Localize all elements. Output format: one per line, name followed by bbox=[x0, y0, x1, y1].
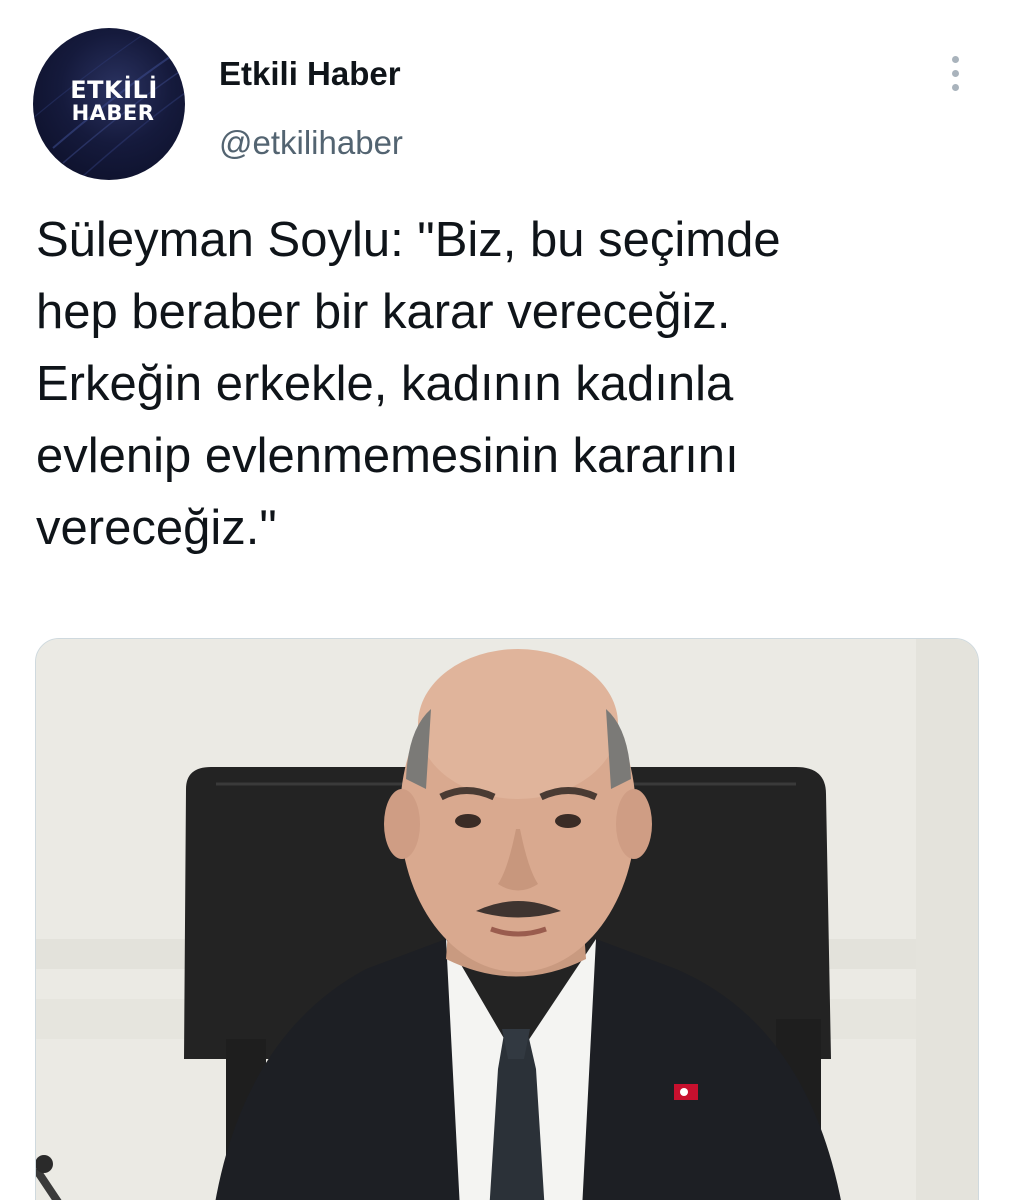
avatar[interactable]: ETKİLİ HABER bbox=[33, 28, 185, 180]
tweet-card: ETKİLİ HABER Etkili Haber @etkilihaber S… bbox=[0, 0, 1012, 1200]
avatar-logo-line1: ETKİLİ bbox=[70, 76, 158, 104]
more-icon-dot bbox=[952, 56, 959, 63]
tweet-photo[interactable] bbox=[35, 638, 979, 1200]
avatar-logo-text: ETKİLİ HABER bbox=[33, 78, 185, 124]
tweet-text: Süleyman Soylu: "Biz, bu seçimde hep ber… bbox=[36, 213, 781, 555]
avatar-logo-line2: HABER bbox=[71, 101, 155, 125]
photo-illustration bbox=[36, 639, 978, 1200]
more-icon-dot bbox=[952, 84, 959, 91]
more-icon-dot bbox=[952, 70, 959, 77]
more-options-button[interactable] bbox=[935, 50, 975, 96]
author-handle[interactable]: @etkilihaber bbox=[219, 124, 403, 162]
author-display-name[interactable]: Etkili Haber bbox=[219, 55, 401, 93]
